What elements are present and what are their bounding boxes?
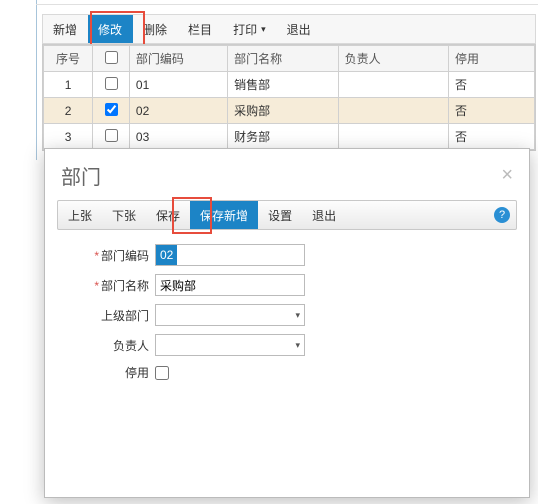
name-label: 部门名称 [101,279,149,293]
chevron-down-icon: ▾ [295,310,300,321]
toolbar-edit-button[interactable]: 修改 [88,15,133,43]
row-checkbox[interactable] [105,103,118,116]
toolbar-exit-button[interactable]: 退出 [277,15,322,43]
parent-select[interactable]: ▾ [155,304,305,326]
select-all-checkbox[interactable] [105,51,118,64]
department-grid: 序号 部门编码 部门名称 负责人 停用 1 01 销售部 否 2 02 采购部 … [42,44,536,151]
dialog-save-button[interactable]: 保存 [146,201,190,229]
disabled-label: 停用 [125,366,149,380]
dialog-next-button[interactable]: 下张 [102,201,146,229]
col-seq[interactable]: 序号 [44,46,93,72]
table-row[interactable]: 1 01 销售部 否 [44,72,535,98]
dialog-save-new-button[interactable]: 保存新增 [190,201,258,229]
department-dialog: 部门 × 上张 下张 保存 保存新增 设置 退出 ? *部门编码 02 *部门名… [44,148,530,498]
dialog-prev-button[interactable]: 上张 [58,201,102,229]
toolbar-add-button[interactable]: 新增 [43,15,88,43]
owner-label: 负责人 [113,339,149,353]
cell-owner [338,72,448,98]
col-name[interactable]: 部门名称 [228,46,338,72]
cell-code: 02 [129,98,227,124]
toolbar-print-button[interactable]: 打印 ▾ [223,15,277,43]
cell-seq: 2 [44,98,93,124]
chevron-down-icon: ▾ [261,24,266,35]
table-row[interactable]: 2 02 采购部 否 [44,98,535,124]
owner-select[interactable]: ▾ [155,334,305,356]
code-input-value: 02 [156,245,177,265]
code-input-wrapper[interactable]: 02 [155,244,305,266]
department-form: *部门编码 02 *部门名称 上级部门 ▾ 负责人 ▾ 停用 [45,230,529,403]
row-checkbox[interactable] [105,129,118,142]
cell-name: 采购部 [228,98,338,124]
cell-disabled: 否 [449,124,535,150]
row-checkbox[interactable] [105,77,118,90]
col-checkbox[interactable] [93,46,130,72]
toolbar-column-button[interactable]: 栏目 [178,15,223,43]
parent-label: 上级部门 [101,309,149,323]
cell-disabled: 否 [449,98,535,124]
cell-owner [338,98,448,124]
code-label: 部门编码 [101,249,149,263]
dialog-toolbar: 上张 下张 保存 保存新增 设置 退出 ? [57,200,517,230]
cell-code: 01 [129,72,227,98]
dialog-title-text: 部门 [61,161,101,190]
chevron-down-icon: ▾ [295,340,300,351]
cell-seq: 1 [44,72,93,98]
toolbar-delete-button[interactable]: 删除 [133,15,178,43]
cell-seq: 3 [44,124,93,150]
close-icon[interactable]: × [501,164,513,187]
cell-disabled: 否 [449,72,535,98]
col-owner[interactable]: 负责人 [338,46,448,72]
col-code[interactable]: 部门编码 [129,46,227,72]
cell-owner [338,124,448,150]
cell-name: 财务部 [228,124,338,150]
disabled-checkbox[interactable] [155,366,169,380]
table-row[interactable]: 3 03 财务部 否 [44,124,535,150]
help-icon[interactable]: ? [494,207,510,223]
main-toolbar: 新增 修改 删除 栏目 打印 ▾ 退出 [42,14,536,44]
toolbar-print-label: 打印 [233,21,257,38]
dialog-settings-button[interactable]: 设置 [258,201,302,229]
cell-name: 销售部 [228,72,338,98]
col-disabled[interactable]: 停用 [449,46,535,72]
cell-code: 03 [129,124,227,150]
name-input[interactable] [155,274,305,296]
dialog-exit-button[interactable]: 退出 [302,201,346,229]
